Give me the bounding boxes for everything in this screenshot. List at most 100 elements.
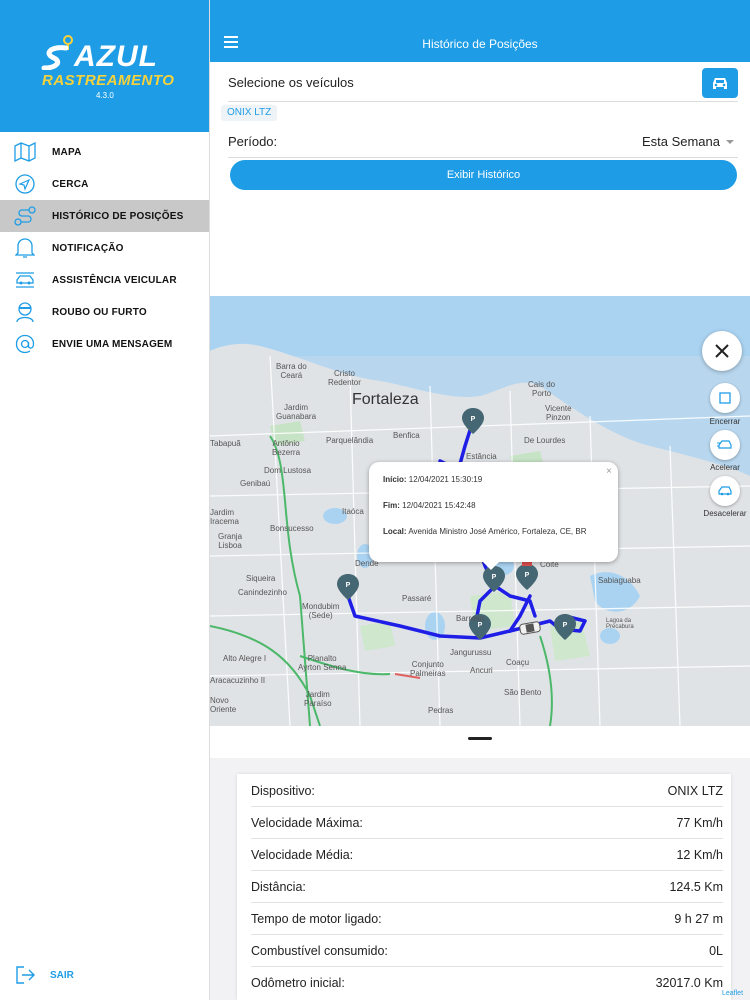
close-icon[interactable]: × (606, 466, 612, 477)
stat-row-avg-speed: Velocidade Média: 12 Km/h (251, 839, 723, 871)
map-attribution-link[interactable]: Leaflet (722, 990, 743, 997)
map-label: Conjunto Palmeiras (410, 660, 446, 678)
close-icon (715, 344, 729, 358)
speed-up-button[interactable] (710, 430, 740, 460)
map-label: Cais do Porto (528, 380, 556, 398)
stat-label: Velocidade Média: (251, 847, 354, 862)
map-label: Barroso (456, 614, 485, 623)
sidebar-item-historico[interactable]: HISTÓRICO DE POSIÇÕES (0, 200, 209, 232)
stat-value: 0L (709, 943, 723, 958)
map-label: Fortaleza (352, 391, 419, 408)
map-label: De Lourdes (524, 436, 566, 445)
map-label: Vicente Pinzon (545, 404, 572, 422)
selected-vehicle-chip[interactable]: ONIX LTZ (221, 105, 278, 121)
stop-playback-button[interactable] (710, 383, 740, 413)
sidebar-item-label: ROUBO OU FURTO (52, 306, 147, 318)
map-label: Canindezinho (238, 588, 287, 597)
logout-label: SAIR (50, 969, 74, 981)
stat-value: 77 Km/h (676, 815, 723, 830)
popup-tip (482, 561, 500, 570)
select-vehicle-button[interactable] (702, 68, 738, 98)
slow-down-button[interactable] (710, 476, 740, 506)
stat-value: ONIX LTZ (667, 783, 723, 798)
map-label: Ancuri (470, 666, 493, 675)
svg-text:P: P (492, 574, 497, 581)
map-label: Passaré (402, 594, 432, 603)
sidebar-item-mapa[interactable]: MAPA (0, 136, 209, 168)
popup-end-label: Fim: (383, 501, 400, 510)
period-label: Período: (228, 134, 278, 149)
popup-start-label: Início: (383, 475, 407, 484)
stat-row-fuel: Combustível consumido: 0L (251, 935, 723, 967)
map-label: Coaçu (506, 658, 530, 667)
stat-label: Odômetro inicial: (251, 976, 345, 990)
stat-value: 124.5 Km (669, 879, 723, 894)
stat-label: Tempo de motor ligado: (251, 911, 382, 926)
stop-playback-label: Encerrar (709, 417, 741, 426)
period-select[interactable]: Esta Semana (642, 134, 734, 149)
map-label: Sabiaguaba (598, 576, 641, 585)
map-label: Lagoa da Precabura (606, 618, 634, 630)
stat-row-odometer: Odômetro inicial: 32017.0 Km (251, 967, 723, 999)
stat-row-device: Dispositivo: ONIX LTZ (251, 775, 723, 807)
slow-down-icon (718, 486, 732, 496)
sidebar-item-notificacao[interactable]: NOTIFICAÇÃO (0, 232, 209, 264)
car-service-icon (14, 269, 36, 291)
map-label: Jardim Guanabara (276, 403, 317, 421)
map-label: Estância (466, 452, 497, 461)
sidebar-item-mensagem[interactable]: ENVIE UMA MENSAGEM (0, 328, 209, 360)
page-title: Histórico de Posições (422, 37, 538, 51)
sidebar-item-assistencia[interactable]: ASSISTÊNCIA VEICULAR (0, 264, 209, 296)
map-label: Aracacuzinho II (210, 676, 266, 685)
stat-label: Distância: (251, 879, 306, 894)
stat-label: Combustível consumido: (251, 943, 388, 958)
map-label: Novo Oriente (210, 696, 237, 714)
map-label: Jangurussu (450, 648, 492, 657)
map-label: Bonsucesso (270, 524, 314, 533)
logout-icon (16, 966, 35, 984)
at-icon (14, 333, 36, 355)
stop-icon (719, 392, 731, 404)
svg-text:P: P (563, 622, 568, 629)
chevron-down-icon (726, 139, 734, 144)
panel-drag-handle[interactable] (468, 737, 492, 740)
stat-row-distance: Distância: 124.5 Km (251, 871, 723, 903)
sidebar-item-label: HISTÓRICO DE POSIÇÕES (52, 210, 184, 222)
stat-value: 12 Km/h (676, 847, 723, 862)
map-label: Mondubim (Sede) (302, 602, 340, 620)
route-icon (14, 205, 36, 227)
sidebar-item-label: ASSISTÊNCIA VEICULAR (52, 274, 177, 286)
vehicle-selector-row: Selecione os veículos (228, 64, 738, 102)
svg-text:P: P (471, 416, 476, 423)
map-icon (14, 141, 36, 163)
stat-label: Dispositivo: (251, 783, 315, 798)
map-label: Pedras (428, 706, 454, 715)
map-label: Antônio Bezerra (272, 439, 301, 457)
car-icon (713, 78, 727, 89)
logout-button[interactable]: SAIR (16, 966, 74, 984)
sidebar-item-label: ENVIE UMA MENSAGEM (52, 338, 173, 350)
slow-down-label: Desacelerar (703, 509, 747, 518)
sidebar-item-cerca[interactable]: CERCA (0, 168, 209, 200)
vehicle-selector-label: Selecione os veículos (228, 75, 354, 90)
brand-subtitle: RASTREAMENTO (42, 72, 175, 89)
close-map-button[interactable] (702, 331, 742, 371)
svg-text:P: P (346, 582, 351, 589)
logo-pin-icon (41, 35, 73, 70)
trip-stats-card: Dispositivo: ONIX LTZ Velocidade Máxima:… (237, 774, 731, 1000)
show-history-button[interactable]: Exibir Histórico (230, 160, 737, 190)
popup-start-value: 12/04/2021 15:30:19 (408, 475, 483, 484)
stat-value: 9 h 27 m (674, 911, 723, 926)
period-row: Período: Esta Semana (228, 124, 738, 158)
popup-location-label: Local: (383, 527, 407, 536)
map-label: Tabapuã (210, 439, 241, 448)
map-label: Genibaú (240, 479, 271, 488)
sidebar-item-roubo[interactable]: ROUBO OU FURTO (0, 296, 209, 328)
map-label: São Bento (504, 688, 542, 697)
stat-row-engine-time: Tempo de motor ligado: 9 h 27 m (251, 903, 723, 935)
navigation-icon (14, 173, 36, 195)
popup-end-value: 12/04/2021 15:42:48 (402, 501, 476, 510)
map-label: Granja Lisboa (218, 532, 243, 550)
period-value: Esta Semana (641, 134, 720, 149)
brand-header: AZUL RASTREAMENTO 4.3.0 (0, 0, 209, 132)
